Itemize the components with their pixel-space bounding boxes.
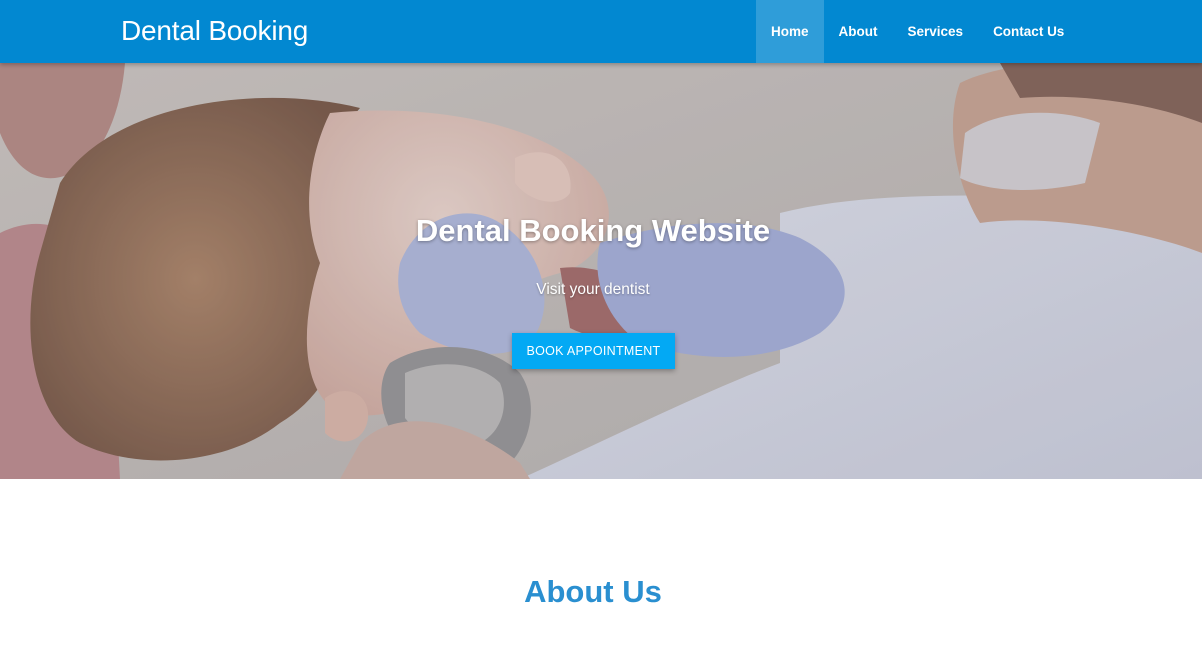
about-section-title: About Us <box>524 574 662 609</box>
hero-title: Dental Booking Website <box>415 213 771 248</box>
brand-logo-link[interactable]: Dental Booking <box>121 13 308 49</box>
nav-item-about[interactable]: About <box>824 0 893 63</box>
nav-item-services[interactable]: Services <box>893 0 979 63</box>
book-appointment-button[interactable]: BOOK APPOINTMENT <box>512 333 675 369</box>
hero-overlay <box>0 63 1202 479</box>
hero-subtitle: Visit your dentist <box>536 281 650 298</box>
nav-menu: Home About Services Contact Us <box>756 0 1079 63</box>
nav-item-contact-us[interactable]: Contact Us <box>978 0 1079 63</box>
navbar: Dental Booking Home About Services Conta… <box>0 0 1202 63</box>
hero-section: Dental Booking Website Visit your dentis… <box>0 63 1202 479</box>
nav-item-home[interactable]: Home <box>756 0 824 63</box>
